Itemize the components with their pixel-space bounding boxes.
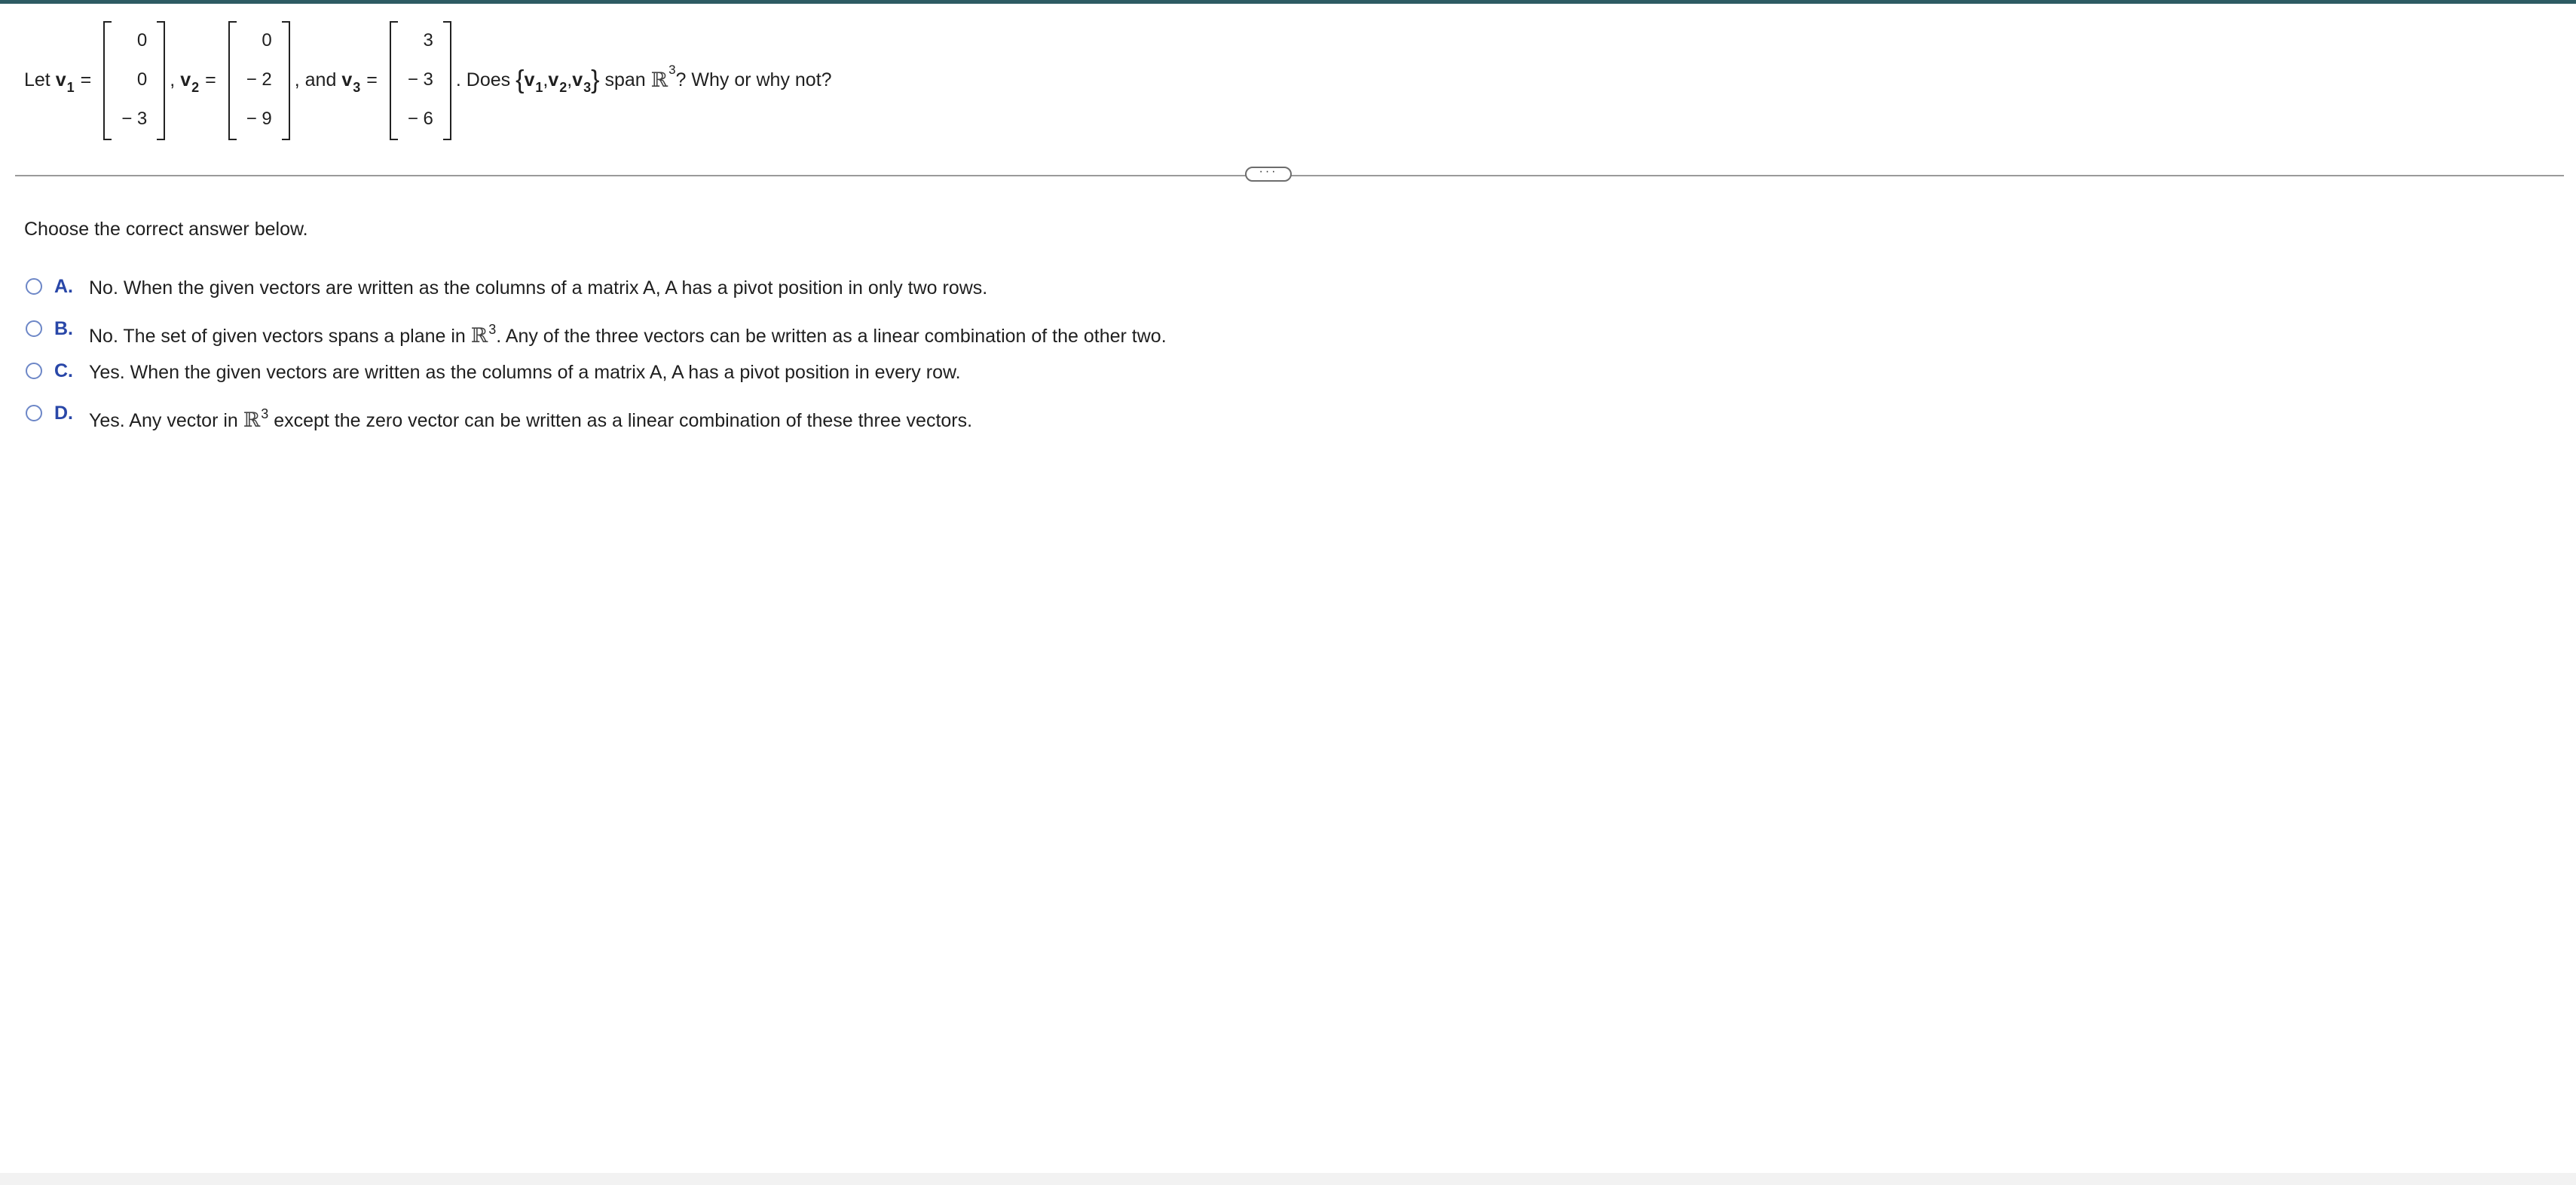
- option-letter: D.: [54, 403, 73, 424]
- matrix-cell: − 3: [121, 109, 148, 129]
- option-letter: C.: [54, 360, 73, 381]
- matrix-cell: 0: [136, 69, 148, 90]
- option-text: No. When the given vectors are written a…: [89, 277, 988, 299]
- expand-more-button[interactable]: ···: [1245, 165, 1292, 182]
- radio-button-d[interactable]: [26, 405, 42, 421]
- vector-v3-matrix: 3 − 3 − 6: [389, 21, 451, 140]
- bottom-strip: [0, 1173, 2576, 1185]
- matrix-cell: − 9: [246, 109, 272, 129]
- radio-button-a[interactable]: [26, 278, 42, 295]
- real-numbers-symbol: ℝ: [650, 68, 668, 92]
- matrix-cell: 0: [262, 30, 272, 51]
- option-b[interactable]: B. No. The set of given vectors spans a …: [26, 314, 1167, 356]
- matrix-cell: − 2: [246, 69, 272, 90]
- answer-instruction: Choose the correct answer below.: [24, 219, 308, 240]
- matrix-cell: 0: [136, 30, 148, 51]
- option-c[interactable]: C. Yes. When the given vectors are writt…: [26, 356, 1167, 398]
- real-numbers-symbol: ℝ: [243, 409, 261, 432]
- option-d[interactable]: D. Yes. Any vector in ℝ3 except the zero…: [26, 398, 1167, 440]
- top-border: [0, 0, 2576, 4]
- vector-set: { v1, v2, v3 }: [516, 65, 600, 95]
- ellipsis-icon: ···: [1259, 165, 1278, 178]
- matrix-cell: 3: [423, 30, 433, 51]
- vector-v2-matrix: 0 − 2 − 9: [228, 21, 290, 140]
- matrix-cell: − 6: [407, 109, 433, 129]
- option-text: No. The set of given vectors spans a pla…: [89, 322, 1167, 348]
- option-letter: B.: [54, 318, 73, 339]
- vector-v1-name: v1: [55, 69, 75, 95]
- real-numbers-symbol: ℝ: [470, 324, 488, 348]
- vector-v1-matrix: 0 0 − 3: [103, 21, 166, 140]
- radio-button-c[interactable]: [26, 363, 42, 379]
- option-text: Yes. When the given vectors are written …: [89, 362, 961, 383]
- question-prompt: Let v1 = 0 0 − 3 , v2 = 0 − 2 − 9 , and …: [24, 21, 832, 140]
- let-word: Let: [24, 69, 50, 90]
- option-a[interactable]: A. No. When the given vectors are writte…: [26, 271, 1167, 314]
- option-text: Yes. Any vector in ℝ3 except the zero ve…: [89, 406, 973, 432]
- option-letter: A.: [54, 276, 73, 297]
- answer-options: A. No. When the given vectors are writte…: [26, 271, 1167, 440]
- matrix-cell: − 3: [407, 69, 433, 90]
- vector-v3-name: v3: [341, 69, 361, 95]
- radio-button-b[interactable]: [26, 320, 42, 337]
- vector-v2-name: v2: [180, 69, 200, 95]
